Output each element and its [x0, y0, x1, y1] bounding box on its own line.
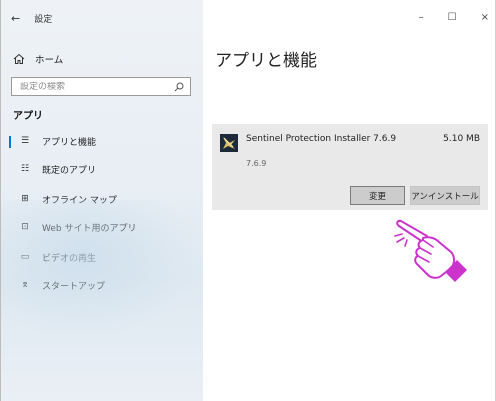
sidebar-item-offline-maps[interactable]: ⊞ オフライン マップ — [1, 186, 201, 212]
home-label: ホーム — [35, 55, 64, 66]
apps-features-icon: ☰ — [20, 136, 30, 146]
app-list-item[interactable]: Sentinel Protection Installer 7.6.9 5.10… — [212, 124, 488, 210]
sidebar-item-label: 既定のアプリ — [42, 165, 97, 176]
search-icon[interactable] — [174, 82, 184, 92]
video-playback-icon: ▭ — [20, 252, 30, 262]
pointing-hand-icon — [394, 219, 467, 282]
sidebar-item-label: スタートアップ — [42, 281, 106, 292]
section-title: アプリ — [13, 111, 43, 122]
window-title: 設定 — [34, 14, 53, 25]
app-version: 7.6.9 — [246, 159, 267, 168]
search-box[interactable] — [11, 77, 191, 96]
sidebar-item-apps-features[interactable]: ☰ アプリと機能 — [1, 128, 201, 154]
home-icon — [13, 53, 25, 64]
search-input[interactable] — [20, 81, 160, 92]
startup-icon: ⌆ — [21, 280, 29, 290]
app-size: 5.10 MB — [443, 134, 480, 144]
main-content: – ☐ × アプリと機能 Sentinel Protection Install… — [203, 0, 496, 401]
sidebar-item-startup[interactable]: ⌆ スタートアップ — [1, 272, 201, 298]
home-link[interactable]: ホーム — [13, 52, 63, 66]
minimize-button[interactable]: – — [419, 12, 424, 23]
page-title: アプリと機能 — [215, 51, 317, 71]
window-controls: – ☐ × — [419, 12, 489, 23]
sidebar-item-label: オフライン マップ — [42, 195, 117, 206]
settings-window: ← 設定 ホーム アプリ ☰ アプリと機能 ☷ 既定のアプリ ⊞ — [0, 0, 496, 401]
sidebar: ← 設定 ホーム アプリ ☰ アプリと機能 ☷ 既定のアプリ ⊞ — [1, 0, 203, 401]
sidebar-item-label: Web サイト用のアプリ — [42, 223, 137, 234]
sentinel-app-icon — [220, 134, 238, 152]
back-arrow-icon[interactable]: ← — [11, 13, 20, 24]
close-button[interactable]: × — [481, 12, 489, 23]
maximize-button[interactable]: ☐ — [448, 12, 457, 23]
sidebar-item-label: アプリと機能 — [42, 137, 97, 148]
sidebar-item-video-playback[interactable]: ▭ ビデオの再生 — [1, 244, 201, 270]
sidebar-item-websites-apps[interactable]: ⊡ Web サイト用のアプリ — [1, 214, 201, 240]
change-button[interactable]: 変更 — [350, 186, 405, 205]
sidebar-item-default-apps[interactable]: ☷ 既定のアプリ — [1, 156, 201, 182]
app-name: Sentinel Protection Installer 7.6.9 — [246, 134, 397, 144]
uninstall-button[interactable]: アンインストール — [410, 186, 480, 205]
sidebar-item-label: ビデオの再生 — [42, 253, 97, 264]
offline-maps-icon: ⊞ — [21, 194, 29, 204]
titlebar-left: ← 設定 — [11, 10, 52, 26]
websites-apps-icon: ⊡ — [21, 222, 29, 232]
default-apps-icon: ☷ — [20, 164, 30, 174]
